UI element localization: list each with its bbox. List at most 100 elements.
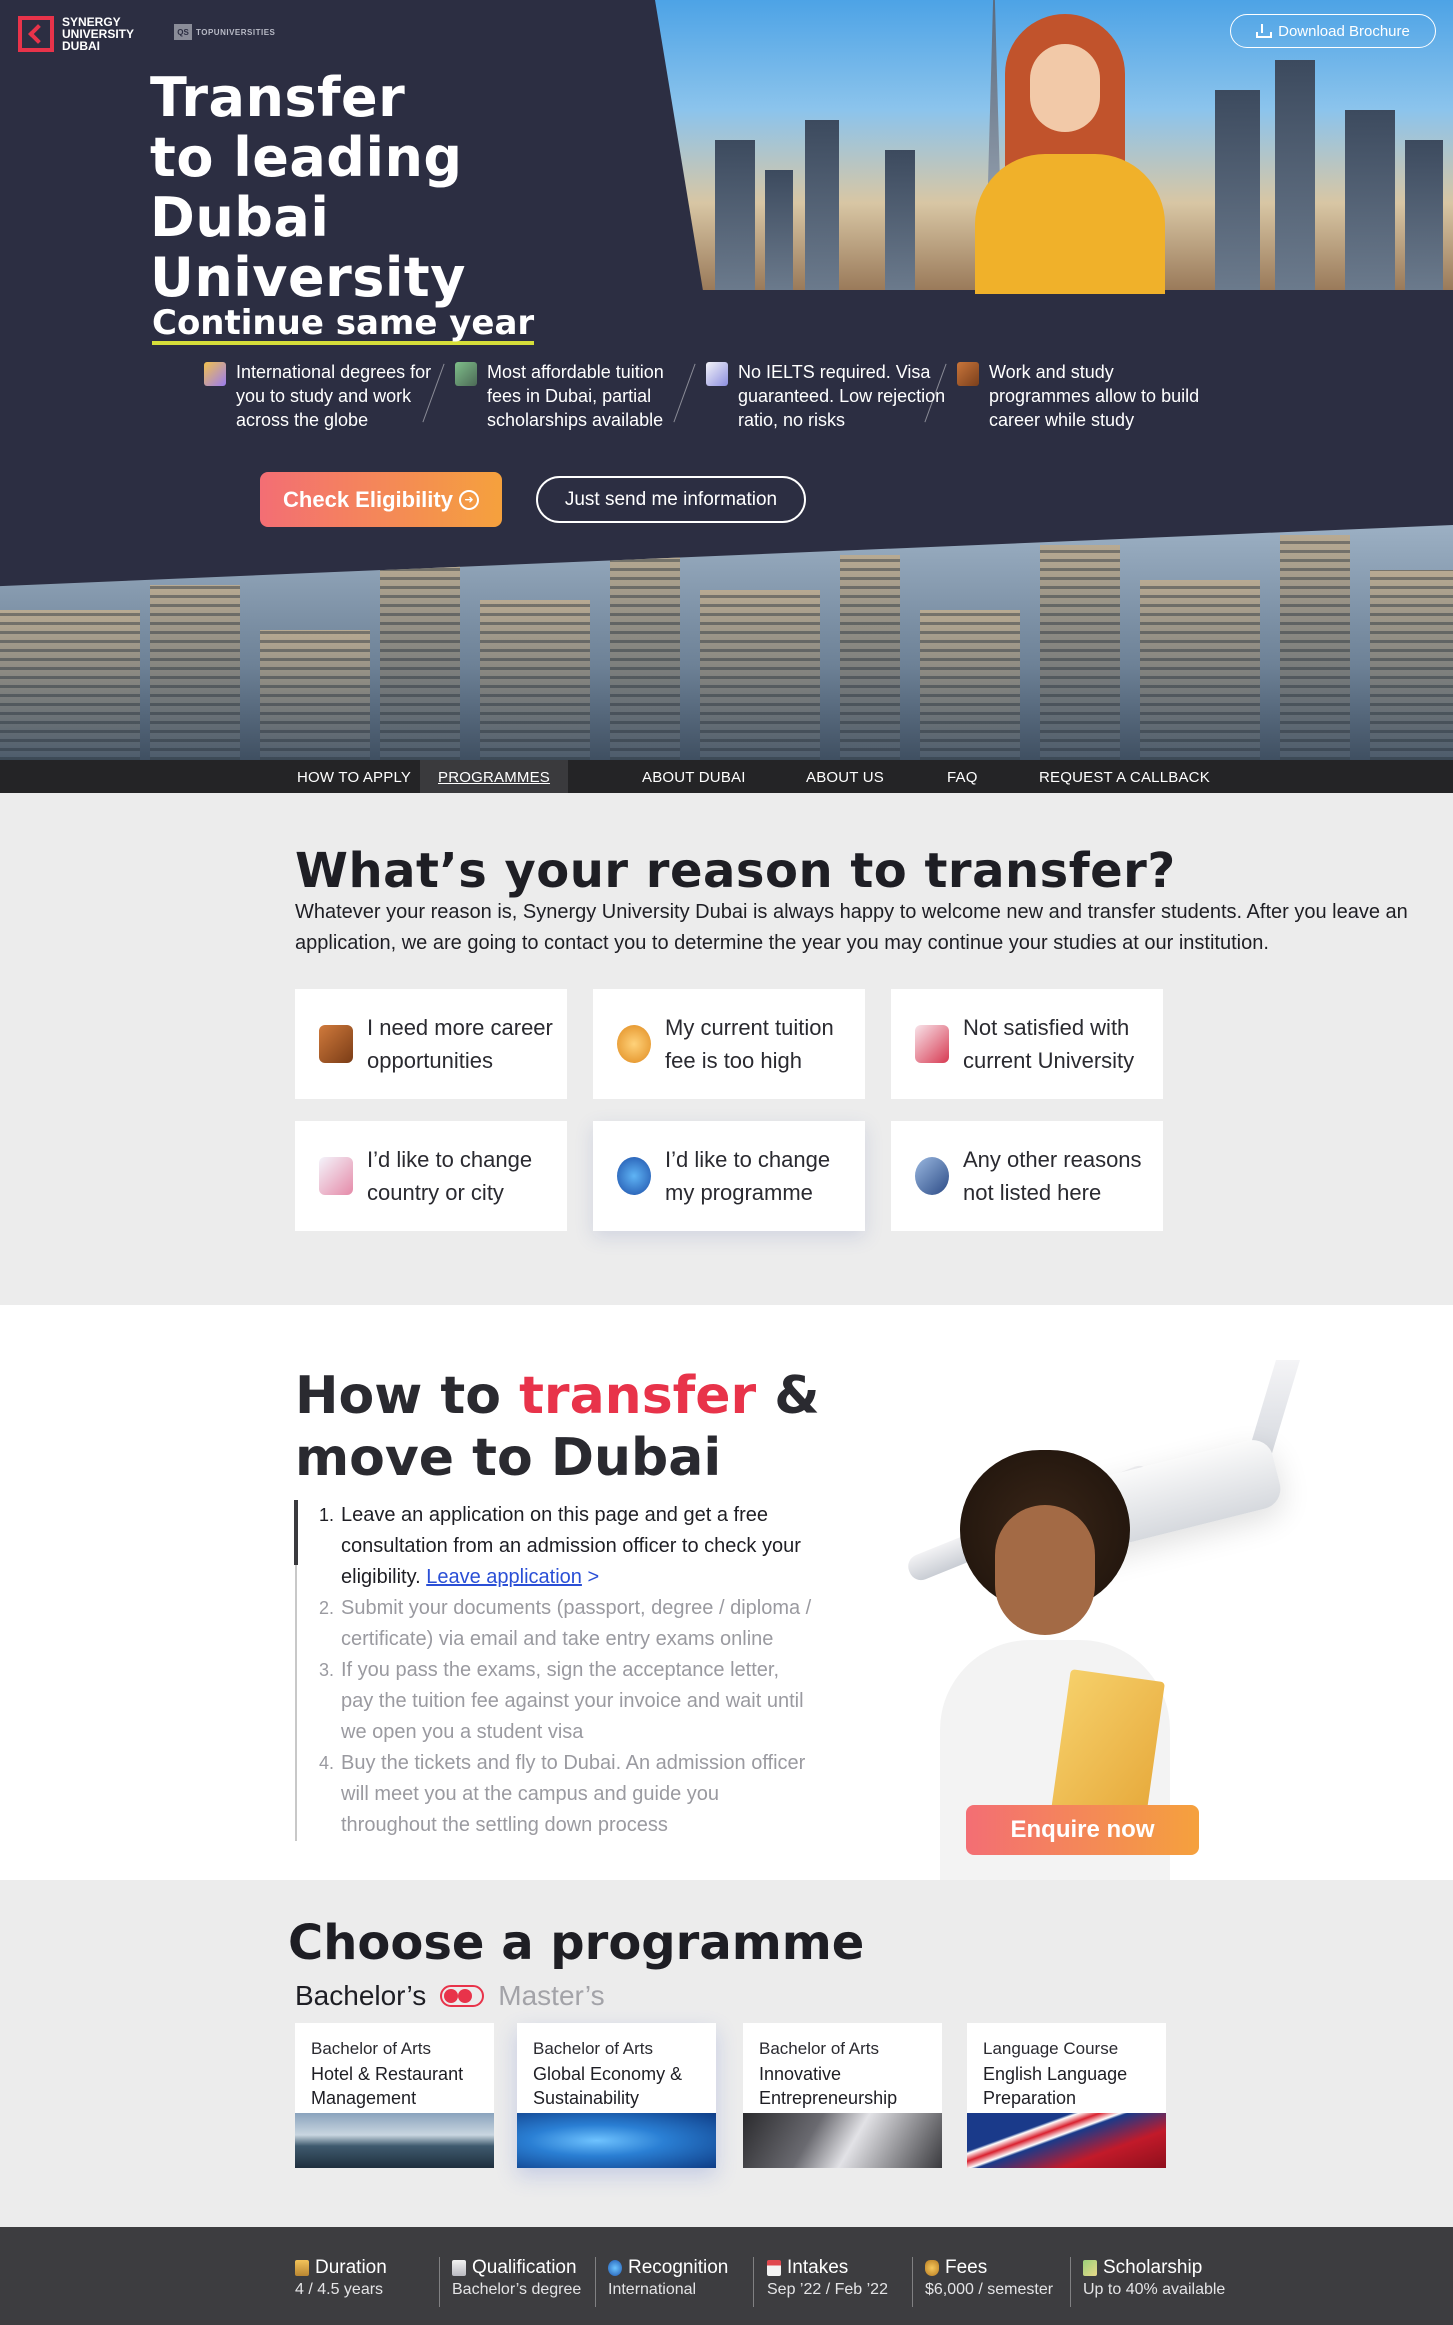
leave-application-arrow[interactable]: > xyxy=(582,1566,599,1588)
uk-flag-photo xyxy=(967,2113,1166,2168)
briefcase-icon xyxy=(319,1025,353,1063)
download-brochure-button[interactable]: Download Brochure xyxy=(1230,14,1436,48)
masters-option[interactable]: Master’s xyxy=(498,1980,604,2012)
world-map-photo xyxy=(517,2113,716,2168)
feature-text: No IELTS required. Visa guaranteed. Low … xyxy=(738,362,946,430)
stat-fees: Fees $6,000 / semester xyxy=(925,2257,1053,2299)
reason-card-career[interactable]: I need more career opportunities xyxy=(295,989,567,1099)
globe-icon xyxy=(608,2260,622,2276)
arrow-right-circle-icon: ➜ xyxy=(458,489,479,510)
reasons-intro: Whatever your reason is, Synergy Univers… xyxy=(295,901,1408,954)
step-text: Submit your documents (passport, degree … xyxy=(341,1597,812,1650)
stat-value: International xyxy=(608,2281,697,2298)
main-nav: HOW TO APPLY PROGRAMMES ABOUT DUBAI ABOU… xyxy=(0,760,1453,793)
programme-card-economy[interactable]: Bachelor of Arts Global Economy & Sustai… xyxy=(517,2023,716,2168)
steps-list: 1. Leave an application on this page and… xyxy=(294,1500,815,1841)
enquire-now-button[interactable]: Enquire now xyxy=(966,1805,1199,1855)
step-item-1[interactable]: 1. Leave an application on this page and… xyxy=(319,1500,815,1593)
stat-divider xyxy=(439,2257,440,2307)
stat-label: Scholarship xyxy=(1103,2257,1203,2278)
howto-title: How to transfer & move to Dubai xyxy=(295,1365,855,1489)
step-item-2[interactable]: 2. Submit your documents (passport, degr… xyxy=(319,1593,815,1655)
reason-card-other[interactable]: Any other reasons not listed here xyxy=(891,1121,1163,1231)
nav-about-dubai[interactable]: ABOUT DUBAI xyxy=(642,760,746,793)
stat-label: Qualification xyxy=(472,2257,577,2278)
stat-label: Recognition xyxy=(628,2257,729,2278)
coin-icon xyxy=(617,1025,651,1063)
programme-degree: Bachelor of Arts xyxy=(311,2039,432,2058)
stat-duration: Duration 4 / 4.5 years xyxy=(295,2257,387,2299)
programme-degree: Bachelor of Arts xyxy=(533,2039,654,2058)
logo-text: SYNERGY UNIVERSITY DUBAI xyxy=(62,15,135,53)
programme-name: Hotel & Restaurant Management xyxy=(311,2064,464,2108)
download-icon xyxy=(1256,24,1273,38)
nav-about-us[interactable]: ABOUT US xyxy=(806,760,884,793)
step-text: Leave an application on this page and ge… xyxy=(335,1500,815,1593)
airplane-icon xyxy=(319,1157,353,1195)
howto-title-accent: transfer xyxy=(519,1366,757,1426)
stat-label: Fees xyxy=(945,2257,988,2278)
step-text: If you pass the exams, sign the acceptan… xyxy=(341,1659,804,1743)
step-text: Buy the tickets and fly to Dubai. An adm… xyxy=(341,1752,806,1836)
hero-subtitle: Continue same year xyxy=(152,303,535,345)
programme-card-entrepreneurship[interactable]: Bachelor of Arts Innovative Entrepreneur… xyxy=(743,2023,942,2168)
graduation-cap-icon xyxy=(455,362,477,386)
send-information-button[interactable]: Just send me information xyxy=(536,476,806,523)
stat-qualification: Qualification Bachelor’s degree xyxy=(452,2257,581,2299)
stat-recognition: Recognition International xyxy=(608,2257,728,2299)
degree-toggle[interactable] xyxy=(440,1985,485,2007)
degree-level-switch: Bachelor’s Master’s xyxy=(295,1980,605,2012)
reason-card-programme[interactable]: I’d like to change my programme xyxy=(593,1121,865,1231)
step-number: 2. xyxy=(319,1598,335,1618)
reason-card-country[interactable]: I’d like to change country or city xyxy=(295,1121,567,1231)
programme-card-hotel[interactable]: Bachelor of Arts Hotel & Restaurant Mana… xyxy=(295,2023,494,2168)
how-to-transfer-section: How to transfer & move to Dubai 1. Leave… xyxy=(0,1305,1453,1880)
programmes-section: Choose a programme Bachelor’s Master’s B… xyxy=(0,1880,1453,2227)
city-panorama-photo xyxy=(0,525,1453,760)
reason-card-university[interactable]: Not satisfied with current University xyxy=(891,989,1163,1099)
nav-faq[interactable]: FAQ xyxy=(947,760,978,793)
stat-value: 4 / 4.5 years xyxy=(295,2281,384,2298)
synergy-logo[interactable]: SYNERGY UNIVERSITY DUBAI xyxy=(18,16,134,52)
download-brochure-label: Download Brochure xyxy=(1278,22,1410,40)
reason-label: Not satisfied with current University xyxy=(963,1015,1135,1073)
programme-stats-bar: Duration 4 / 4.5 years Qualification Bac… xyxy=(0,2227,1453,2325)
qs-name: TOPUNIVERSITIES xyxy=(196,27,276,37)
feature-item: Most affordable tuition fees in Dubai, p… xyxy=(451,360,702,432)
hero-features: International degrees for you to study a… xyxy=(200,360,1200,432)
programme-name: Innovative Entrepreneurship xyxy=(759,2064,898,2108)
nav-how-to-apply[interactable]: HOW TO APPLY xyxy=(297,760,411,793)
stat-divider xyxy=(912,2257,913,2307)
qs-badge: QS xyxy=(174,24,192,40)
programme-card-english[interactable]: Language Course English Language Prepara… xyxy=(967,2023,1166,2168)
stat-label: Duration xyxy=(315,2257,387,2278)
harbor-photo xyxy=(295,2113,494,2168)
feature-text: International degrees for you to study a… xyxy=(236,362,432,430)
stat-scholarship: Scholarship Up to 40% available xyxy=(1083,2257,1225,2299)
leave-application-link[interactable]: Leave application xyxy=(426,1566,582,1588)
calendar-icon xyxy=(767,2260,781,2276)
nav-programmes[interactable]: PROGRAMMES xyxy=(420,760,569,793)
step-item-4[interactable]: 4. Buy the tickets and fly to Dubai. An … xyxy=(319,1748,815,1841)
feature-text: Most affordable tuition fees in Dubai, p… xyxy=(487,362,664,430)
stat-divider xyxy=(1070,2257,1071,2307)
step-number: 4. xyxy=(319,1753,335,1773)
reason-label: I’d like to change my programme xyxy=(665,1147,831,1205)
step-number: 3. xyxy=(319,1660,335,1680)
bachelors-option[interactable]: Bachelor’s xyxy=(295,1980,426,2012)
programmes-title: Choose a programme xyxy=(288,1915,865,1971)
nav-request-callback[interactable]: REQUEST A CALLBACK xyxy=(1039,760,1210,793)
programme-name: English Language Preparation xyxy=(983,2064,1128,2108)
magnifier-icon xyxy=(915,1157,949,1195)
reason-label: I’d like to change country or city xyxy=(367,1147,533,1205)
step-item-3[interactable]: 3. If you pass the exams, sign the accep… xyxy=(319,1655,815,1748)
check-eligibility-button[interactable]: Check Eligibility ➜ xyxy=(260,472,502,527)
certificate-icon xyxy=(452,2260,466,2276)
reason-card-tuition[interactable]: My current tuition fee is too high xyxy=(593,989,865,1099)
step-number: 1. xyxy=(319,1505,335,1525)
swap-arrows-icon xyxy=(617,1157,651,1195)
hero-section: SYNERGY UNIVERSITY DUBAI QS TOPUNIVERSIT… xyxy=(0,0,1453,760)
feature-item: International degrees for you to study a… xyxy=(200,360,451,432)
briefcase-icon xyxy=(957,362,979,386)
money-bag-icon xyxy=(925,2260,939,2276)
